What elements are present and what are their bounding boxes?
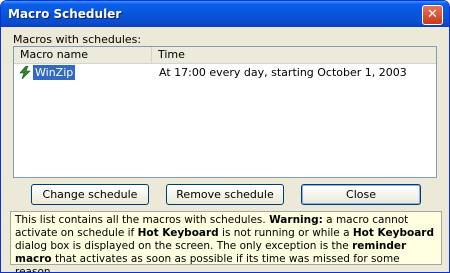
macro-name-cell: WinZip [33,65,76,80]
change-schedule-button[interactable]: Change schedule [31,184,149,205]
title-bar[interactable]: Macro Scheduler ✕ [1,1,449,27]
list-item[interactable]: WinZip At 17:00 every day, starting Octo… [15,65,435,81]
list-header: Macro name Time [14,47,436,64]
macros-list[interactable]: Macro name Time WinZip At 17:00 every da… [13,46,437,178]
info-text: is not running or while a [218,227,353,239]
column-header-time[interactable]: Time [152,47,436,63]
info-hot-keyboard: Hot Keyboard [352,227,434,239]
close-icon: ✕ [427,7,438,22]
info-text: dialog box is displayed on the screen. T… [15,240,353,252]
info-warning: Warning: [269,214,323,226]
info-panel: This list contains all the macros with s… [10,211,442,272]
info-text: that activates as soon as possible if it… [15,253,400,273]
macros-list-label: Macros with schedules: [13,33,142,46]
column-header-macro-name[interactable]: Macro name [14,47,152,63]
info-hot-keyboard: Hot Keyboard [137,227,219,239]
macro-time-cell: At 17:00 every day, starting October 1, … [159,66,407,79]
lightning-icon [19,66,31,79]
remove-schedule-button[interactable]: Remove schedule [166,184,284,205]
info-text: This list contains all the macros with s… [15,214,270,226]
close-window-button[interactable]: ✕ [422,5,443,25]
macro-scheduler-window: Macro Scheduler ✕ Macros with schedules:… [0,0,450,273]
close-button[interactable]: Close [301,184,421,205]
window-title: Macro Scheduler [8,7,122,21]
